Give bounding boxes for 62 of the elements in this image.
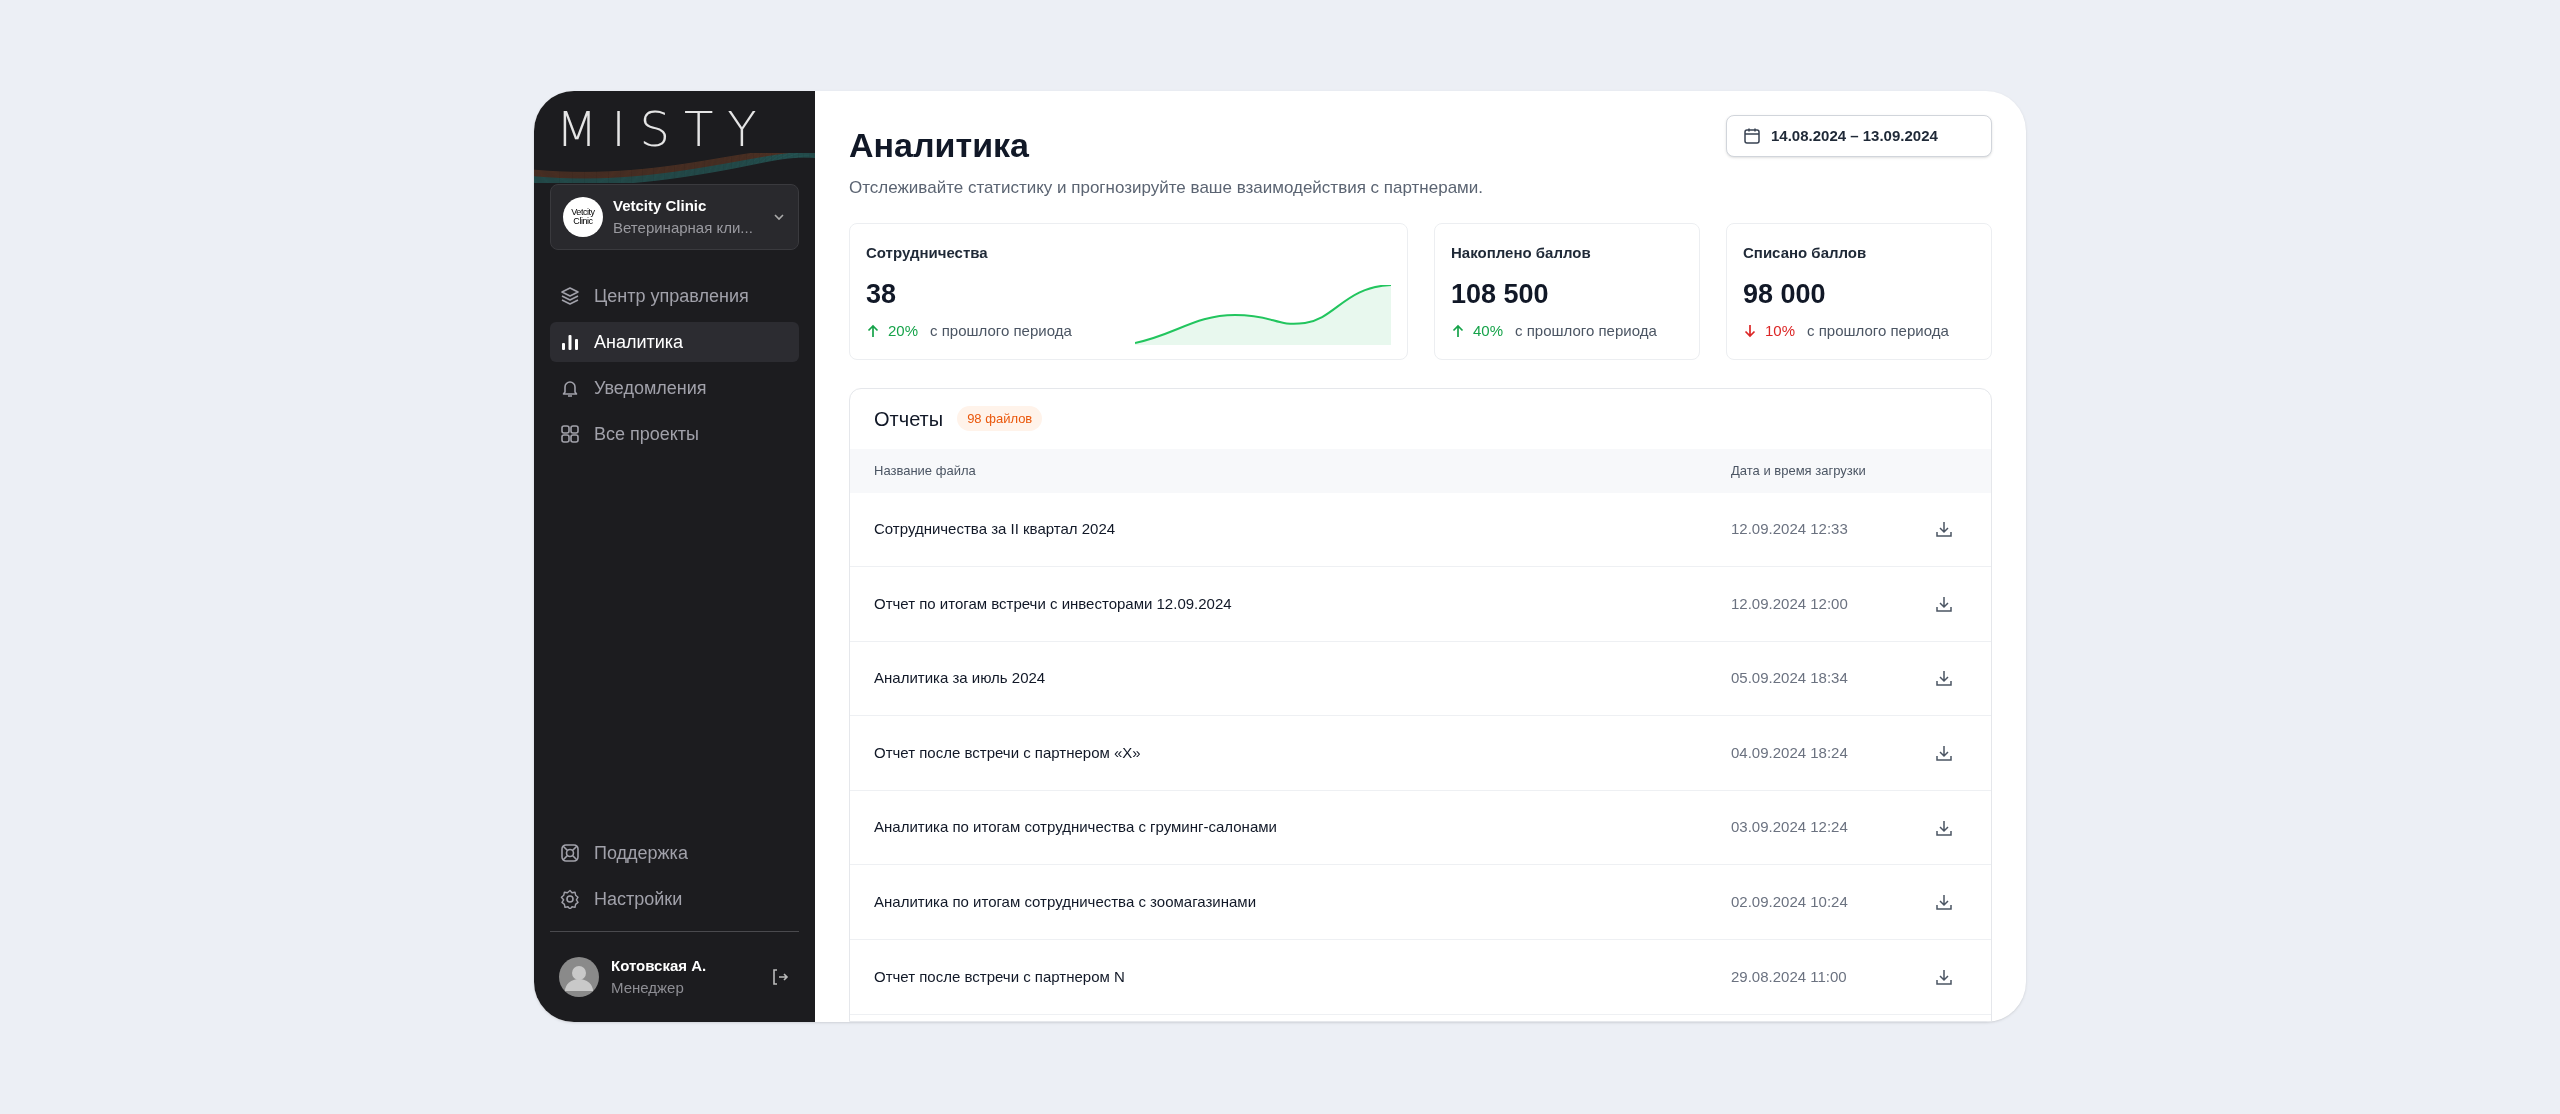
section-title: Отчеты: [874, 406, 944, 432]
download-icon: [1935, 594, 1953, 613]
nav-item[interactable]: Уведомления: [550, 368, 799, 408]
change-note: с прошлого периода: [1807, 321, 1949, 341]
download-icon: [1935, 744, 1953, 763]
nav-item[interactable]: Все проекты: [550, 414, 799, 454]
file-name: Аналитика по итогам сотрудничества с зоомагазинами: [874, 892, 1258, 912]
count-badge: 98 файлов: [957, 405, 1043, 432]
change-percent: 20%: [888, 321, 919, 341]
nav-item[interactable]: Поддержка: [550, 833, 799, 873]
user-role: Менеджер: [611, 978, 685, 998]
upload-date: 03.09.2024 12:24: [1731, 817, 1849, 838]
upload-date: 02.09.2024 10:24: [1731, 892, 1849, 912]
download-icon: [1935, 893, 1953, 912]
user-name: Котовская А.: [611, 955, 708, 976]
grid-icon: [560, 424, 580, 444]
bar-chart-icon: [560, 332, 580, 352]
page-subtitle: Отслеживайте статистику и прогнозируйте ваше взаимодействия с партнерами.: [849, 177, 1484, 199]
organization-type: Ветеринарная кли...: [613, 218, 754, 238]
upload-date: 29.08.2024 11:00: [1731, 966, 1848, 987]
upload-date: 12.09.2024 12:33: [1731, 519, 1849, 540]
stat-label: Сотрудничества: [866, 242, 989, 263]
file-name: Отчет после встречи с партнером «X»: [874, 742, 1142, 763]
nav-item[interactable]: Аналитика: [550, 322, 799, 362]
nav-item[interactable]: Настройки: [550, 879, 799, 919]
avatar: [559, 957, 599, 997]
organization-selector[interactable]: Vetcity Clinic Vetcity Clinic Ветеринарная кли...: [550, 184, 799, 250]
lifebuoy-icon: [560, 843, 580, 863]
download-icon: [1935, 818, 1953, 837]
change-note: с прошлого периода: [1515, 321, 1657, 341]
file-name: Сотрудничества за II квартал 2024: [874, 519, 1117, 540]
stat-value: 38: [866, 278, 898, 310]
stat-value: 98 000: [1743, 278, 1827, 310]
change-percent: 40%: [1473, 321, 1504, 341]
layers-icon: [560, 286, 580, 306]
stat-label: Накоплено баллов: [1451, 242, 1592, 263]
change-note: с прошлого периода: [930, 321, 1072, 341]
download-icon: [1935, 669, 1953, 688]
file-name: Аналитика по итогам сотрудничества с груминг-салонами: [874, 817, 1278, 838]
file-name: Отчет после встречи с партнером N: [874, 966, 1126, 987]
calendar-icon: [1743, 127, 1761, 145]
logo: MISTY: [556, 101, 771, 157]
download-icon: [1935, 967, 1953, 986]
file-name: Отчет по итогам встречи с инвесторами 12.09.2024: [874, 593, 1233, 614]
column-header: Дата и время загрузки: [1731, 461, 1867, 480]
page-title: Аналитика: [849, 125, 1030, 165]
change-percent: 10%: [1765, 321, 1796, 341]
download-icon: [1935, 520, 1953, 539]
column-header: Название файла: [874, 461, 977, 480]
upload-date: 04.09.2024 18:24: [1731, 742, 1849, 763]
organization-name: Vetcity Clinic: [613, 195, 708, 216]
stat-label: Списано баллов: [1743, 242, 1868, 263]
file-name: Аналитика за июль 2024: [874, 668, 1047, 689]
settings-icon: [560, 889, 580, 909]
upload-date: 12.09.2024 12:00: [1731, 593, 1849, 614]
nav-item[interactable]: Центр управления: [550, 276, 799, 316]
upload-date: 05.09.2024 18:34: [1731, 668, 1849, 689]
logout-icon[interactable]: [770, 967, 790, 987]
date-range-button[interactable]: 14.08.2024 – 13.09.2024: [1726, 115, 1992, 157]
stat-value: 108 500: [1451, 278, 1550, 310]
bell-icon: [560, 378, 580, 398]
logo-text: Vetcity Clinic: [570, 208, 596, 226]
